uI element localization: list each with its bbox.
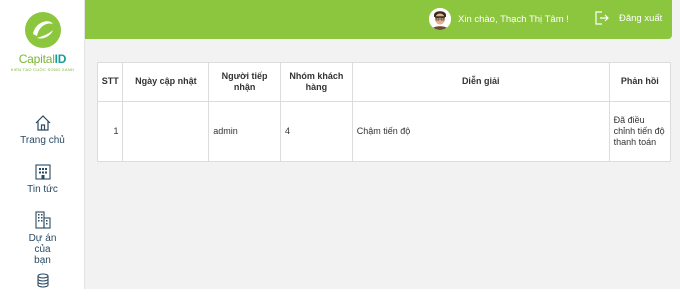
user-greeting[interactable]: Xin chào, Thạch Thị Tâm !	[429, 8, 569, 30]
column-header-feedback: Phản hồi	[609, 63, 670, 102]
cell-receiver: admin	[208, 101, 281, 161]
sidebar-item-payments[interactable]	[0, 272, 85, 289]
news-building-icon	[34, 164, 51, 180]
logo[interactable]: CapitalID KIẾN TẠO CUỘC SỐNG XANH	[0, 10, 85, 72]
cell-feedback: Đã điều chỉnh tiến độ thanh toán	[613, 114, 665, 147]
logo-mark-icon	[24, 12, 61, 48]
top-bar: Xin chào, Thạch Thị Tâm ! Đăng xuất	[85, 0, 672, 39]
sidebar-item-label: Trang chủ	[20, 135, 65, 146]
user-avatar-icon	[429, 8, 451, 30]
sidebar-item-news[interactable]: Tin tức	[0, 163, 85, 195]
sidebar-item-projects[interactable]: Dự án của bạn	[0, 210, 85, 266]
logout-button[interactable]: Đăng xuất	[593, 10, 662, 26]
sidebar: CapitalID KIẾN TẠO CUỘC SỐNG XANH Trang …	[0, 0, 85, 289]
logout-icon	[595, 11, 609, 25]
table-row[interactable]: 1 admin 4 Chậm tiến độ Đã điều chỉnh tiế…	[98, 101, 670, 161]
sidebar-item-label: Tin tức	[27, 184, 58, 195]
column-header-description: Diễn giải	[352, 63, 610, 102]
logo-text: CapitalID	[18, 52, 67, 66]
feedback-table: STT Ngày cập nhật Người tiếp nhận Nhóm k…	[97, 62, 671, 162]
cell-customer-group: 4	[280, 101, 353, 161]
project-building-icon	[34, 211, 51, 229]
logo-tagline: KIẾN TẠO CUỘC SỐNG XANH	[10, 67, 75, 72]
sidebar-item-label: Dự án của bạn	[28, 233, 57, 266]
table-header-row: STT Ngày cập nhật Người tiếp nhận Nhóm k…	[98, 63, 670, 102]
greeting-text: Xin chào, Thạch Thị Tâm !	[458, 13, 569, 25]
avatar	[429, 8, 451, 30]
column-header-customer-group: Nhóm khách hàng	[280, 63, 353, 102]
cell-stt: 1	[98, 101, 124, 161]
sidebar-item-home[interactable]: Trang chủ	[0, 114, 85, 146]
home-icon	[35, 115, 50, 131]
logout-label: Đăng xuất	[619, 12, 663, 24]
cell-description: Chậm tiến độ	[352, 101, 610, 161]
column-header-receiver: Người tiếp nhận	[208, 63, 281, 102]
column-header-stt: STT	[98, 63, 124, 102]
cell-update-date	[122, 101, 210, 161]
coins-icon	[36, 273, 49, 288]
column-header-update-date: Ngày cập nhật	[122, 63, 210, 102]
